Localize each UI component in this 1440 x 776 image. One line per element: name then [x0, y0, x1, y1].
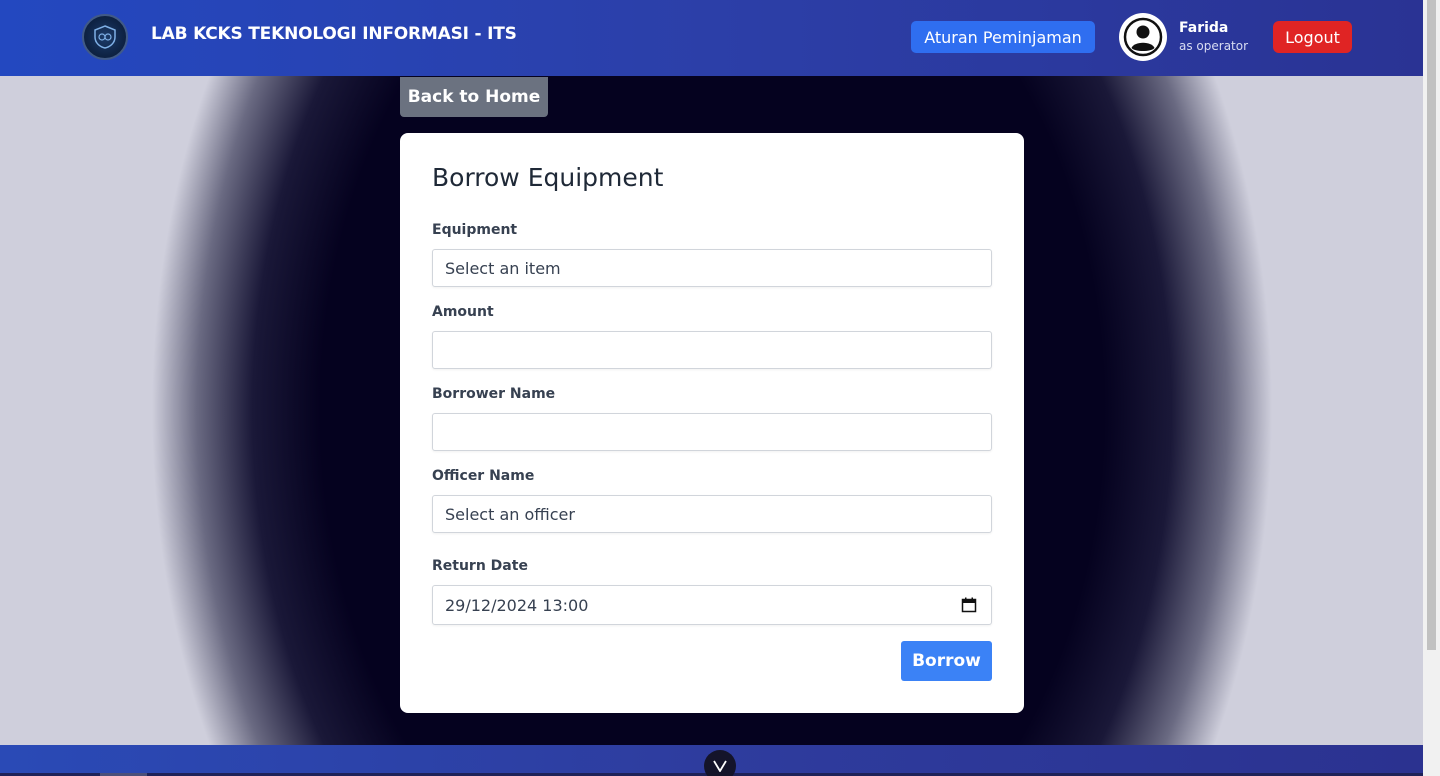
amount-label: Amount: [432, 304, 494, 320]
back-to-home-button[interactable]: Back to Home: [400, 77, 548, 117]
logout-button[interactable]: Logout: [1273, 21, 1352, 53]
user-avatar-icon[interactable]: [1119, 13, 1167, 61]
page-scrollbar[interactable]: [1423, 0, 1440, 776]
equipment-select[interactable]: Select an item: [432, 249, 992, 287]
calendar-icon[interactable]: [961, 597, 977, 617]
app-title[interactable]: LAB KCKS TEKNOLOGI INFORMASI - ITS: [151, 24, 517, 44]
return-date-input[interactable]: 29/12/2024 13:00: [432, 585, 992, 625]
officer-select[interactable]: Select an officer: [432, 495, 992, 533]
borrower-name-label: Borrower Name: [432, 386, 556, 402]
officer-select-value: Select an officer: [445, 504, 575, 524]
page: LAB KCKS TEKNOLOGI INFORMASI - ITS Atura…: [0, 0, 1440, 776]
equipment-select-value: Select an item: [445, 258, 561, 278]
top-navbar: LAB KCKS TEKNOLOGI INFORMASI - ITS Atura…: [0, 0, 1423, 76]
return-date-value: 29/12/2024 13:00: [445, 595, 589, 615]
rules-button[interactable]: Aturan Peminjaman: [911, 21, 1095, 53]
borrow-form-card: Borrow Equipment Equipment Select an ite…: [400, 133, 1024, 713]
user-role: as operator: [1179, 39, 1249, 53]
scroll-down-button[interactable]: [704, 750, 736, 776]
lab-logo-icon[interactable]: [82, 14, 128, 60]
borrower-name-input[interactable]: [432, 413, 992, 451]
chevron-down-icon: [713, 757, 727, 776]
scrollbar-thumb[interactable]: [1427, 0, 1436, 650]
officer-name-label: Officer Name: [432, 468, 535, 484]
user-name: Farida: [1179, 20, 1229, 36]
form-title: Borrow Equipment: [432, 163, 664, 192]
return-date-label: Return Date: [432, 558, 528, 574]
borrow-submit-button[interactable]: Borrow: [901, 641, 992, 681]
equipment-label: Equipment: [432, 222, 518, 238]
amount-input[interactable]: [432, 331, 992, 369]
